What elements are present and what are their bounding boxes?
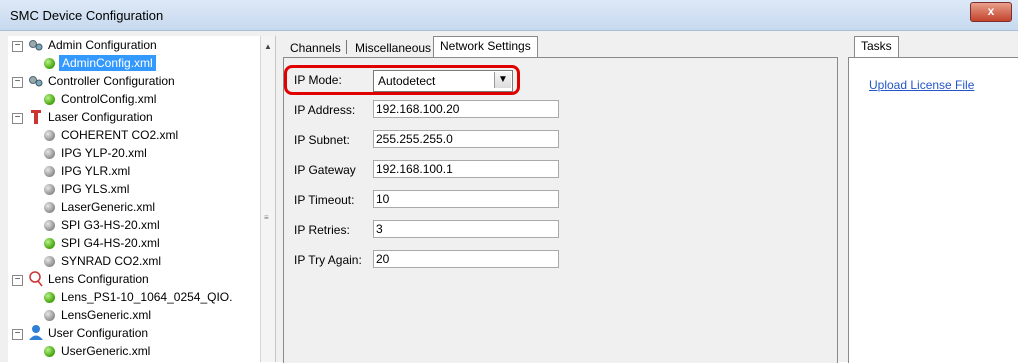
- collapse-toggle[interactable]: −: [12, 113, 23, 124]
- ip-address-label: IP Address:: [294, 103, 356, 117]
- laser-icon: [31, 110, 41, 124]
- window-title: SMC Device Configuration: [10, 8, 164, 23]
- dropdown-arrow-icon[interactable]: ▼: [494, 72, 511, 88]
- status-gray-icon: [44, 148, 55, 159]
- tree-node-laser[interactable]: Laser Configuration: [48, 109, 153, 125]
- tree-node-admin[interactable]: Admin Configuration: [48, 37, 157, 53]
- ip-timeout-label: IP Timeout:: [294, 193, 355, 207]
- status-green-icon: [44, 58, 55, 69]
- network-settings-panel: IP Mode: Autodetect ▼ IP Address: IP Sub…: [283, 57, 838, 363]
- tree-scrollbar[interactable]: ▲ ≡: [260, 36, 276, 362]
- ip-address-input[interactable]: [373, 100, 559, 118]
- status-gray-icon: [44, 130, 55, 141]
- config-tree: − Admin Configuration AdminConfig.xml − …: [8, 36, 261, 362]
- close-button[interactable]: x: [970, 2, 1012, 22]
- ip-retries-label: IP Retries:: [294, 223, 350, 237]
- collapse-toggle[interactable]: −: [12, 329, 23, 340]
- ip-subnet-label: IP Subnet:: [294, 133, 350, 147]
- status-green-icon: [44, 292, 55, 303]
- tree-item-spi-g4[interactable]: SPI G4-HS-20.xml: [61, 235, 160, 251]
- tasks-body: Upload License File: [848, 57, 1018, 363]
- ip-try-again-input[interactable]: [373, 250, 559, 268]
- ip-try-again-label: IP Try Again:: [294, 253, 362, 267]
- ip-timeout-input[interactable]: [373, 190, 559, 208]
- settings-panel: Channels Miscellaneous Network Settings …: [283, 36, 838, 363]
- status-gray-icon: [44, 202, 55, 213]
- tree-item-adminconfig[interactable]: AdminConfig.xml: [59, 55, 156, 71]
- tree-item-controlconfig[interactable]: ControlConfig.xml: [61, 91, 156, 107]
- tree-item-ipg-yls[interactable]: IPG YLS.xml: [61, 181, 129, 197]
- status-gray-icon: [44, 256, 55, 267]
- ip-subnet-input[interactable]: [373, 130, 559, 148]
- gear-icon: [29, 76, 43, 87]
- user-icon: [29, 325, 43, 340]
- tab-strip: Channels Miscellaneous Network Settings: [283, 36, 838, 58]
- status-gray-icon: [44, 310, 55, 321]
- upload-license-link[interactable]: Upload License File: [869, 78, 974, 92]
- ip-retries-input[interactable]: [373, 220, 559, 238]
- splitter-grip-icon[interactable]: ≡: [264, 213, 269, 222]
- app-window: SMC Device Configuration x − Admin Confi…: [0, 0, 1018, 363]
- status-green-icon: [44, 238, 55, 249]
- tree-item-lens-ps1[interactable]: Lens_PS1-10_1064_0254_QIO.: [61, 289, 232, 305]
- tree-node-user[interactable]: User Configuration: [48, 325, 148, 341]
- collapse-toggle[interactable]: −: [12, 41, 23, 52]
- status-green-icon: [44, 94, 55, 105]
- tab-channels[interactable]: Channels: [283, 38, 348, 58]
- ip-mode-value: Autodetect: [378, 74, 436, 88]
- gear-icon: [29, 40, 43, 51]
- scroll-up-icon[interactable]: ▲: [264, 42, 272, 51]
- ip-mode-select[interactable]: Autodetect ▼: [373, 70, 513, 92]
- tree-node-lens[interactable]: Lens Configuration: [48, 271, 149, 287]
- tab-separator: [346, 40, 347, 54]
- tree-item-spi-g3[interactable]: SPI G3-HS-20.xml: [61, 217, 160, 233]
- tree-item-lensgeneric[interactable]: LensGeneric.xml: [61, 307, 151, 323]
- tab-miscellaneous[interactable]: Miscellaneous: [348, 38, 438, 58]
- ip-gateway-input[interactable]: [373, 160, 559, 178]
- status-green-icon: [44, 346, 55, 357]
- tree-item-ipg-ylr[interactable]: IPG YLR.xml: [61, 163, 130, 179]
- tree-item-coherent[interactable]: COHERENT CO2.xml: [61, 127, 178, 143]
- lens-icon: [29, 271, 43, 287]
- status-gray-icon: [44, 184, 55, 195]
- status-gray-icon: [44, 166, 55, 177]
- tasks-pane: Tasks Upload License File: [848, 36, 1018, 363]
- tree-item-lasergeneric[interactable]: LaserGeneric.xml: [61, 199, 155, 215]
- tab-tasks[interactable]: Tasks: [854, 36, 899, 58]
- tree-item-ipg-ylp[interactable]: IPG YLP-20.xml: [61, 145, 147, 161]
- ip-gateway-label: IP Gateway: [294, 163, 356, 177]
- title-bar: SMC Device Configuration x: [0, 0, 1018, 31]
- status-gray-icon: [44, 220, 55, 231]
- tree-item-usergeneric[interactable]: UserGeneric.xml: [61, 343, 150, 359]
- tab-network-settings[interactable]: Network Settings: [433, 36, 538, 58]
- collapse-toggle[interactable]: −: [12, 77, 23, 88]
- ip-mode-label: IP Mode:: [294, 73, 342, 87]
- collapse-toggle[interactable]: −: [12, 275, 23, 286]
- tree-item-synrad[interactable]: SYNRAD CO2.xml: [61, 253, 161, 269]
- tree-node-controller[interactable]: Controller Configuration: [48, 73, 175, 89]
